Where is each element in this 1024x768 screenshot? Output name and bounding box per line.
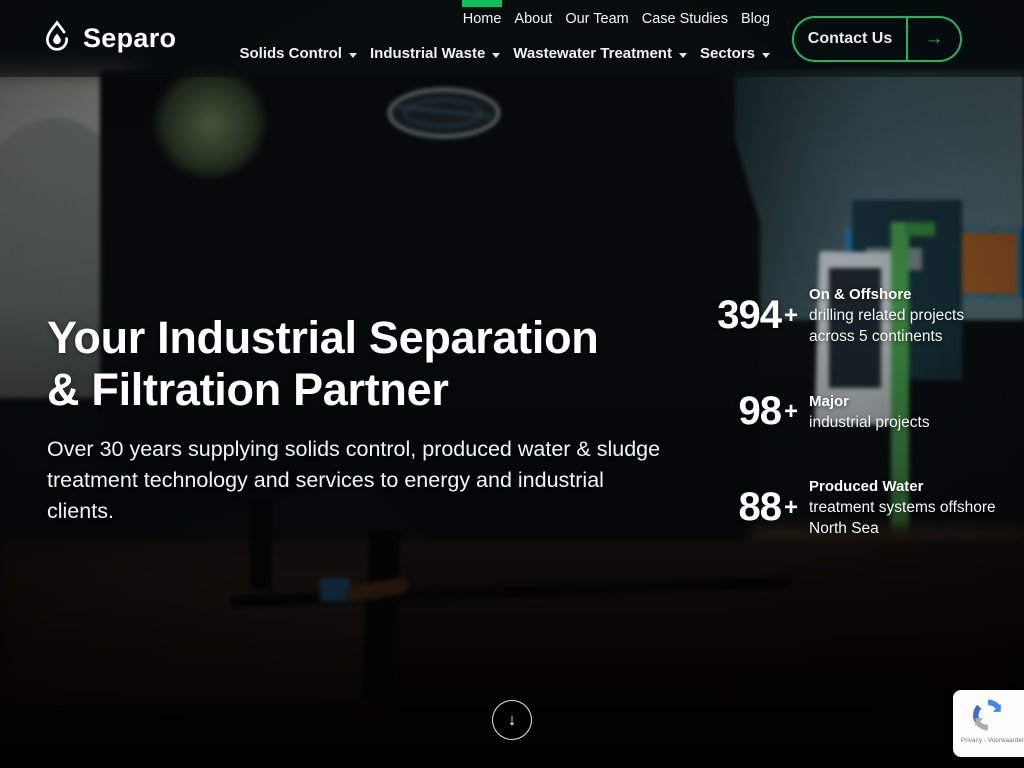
nav-item-home[interactable]: Home [463,0,502,27]
stat-onshore-offshore: 394 + On & Offshore drilling related pro… [714,284,1014,347]
chevron-down-icon [492,53,500,58]
stat-value: 98 [738,389,781,434]
arrow-down-icon: ↓ [508,710,517,730]
hero-title-line2: & Filtration Partner [47,364,449,415]
stat-number: 98 + [714,389,798,434]
nav-dropdown-label: Solids Control [239,46,342,62]
brand-logo[interactable]: Separo [40,19,176,58]
stat-number: 88 + [714,485,798,530]
nav-dropdown-wastewater-treatment[interactable]: Wastewater Treatment [513,46,687,62]
hero-title: Your Industrial Separation & Filtration … [47,312,727,416]
stat-major-industrial: 98 + Major industrial projects [714,389,1014,434]
contact-us-button[interactable]: Contact Us → [792,16,962,62]
stat-value: 88 [738,485,781,530]
scroll-down-button[interactable]: ↓ [492,700,532,740]
hero-description: Over 30 years supplying solids control, … [47,434,667,527]
stat-text: On & Offshore drilling related projects … [809,284,1009,347]
stats-list: 394 + On & Offshore drilling related pro… [714,284,1014,539]
stat-produced-water: 88 + Produced Water treatment systems of… [714,476,1014,539]
contact-us-label: Contact Us [794,18,906,60]
droplet-icon [40,19,74,58]
nav-dropdown-industrial-waste[interactable]: Industrial Waste [370,46,500,62]
nav-dropdown-label: Sectors [700,46,755,62]
nav-dropdown-label: Industrial Waste [370,46,485,62]
stat-text: Produced Water treatment systems offshor… [809,476,1009,539]
stat-description: industrial projects [809,412,1009,433]
hero-content: Your Industrial Separation & Filtration … [0,0,1024,768]
nav-item-blog[interactable]: Blog [741,0,770,27]
arrow-right-icon: → [908,18,960,60]
recaptcha-privacy-label[interactable]: Privacy - Voorwaarden [961,738,1024,744]
chevron-down-icon [762,53,770,58]
stat-text: Major industrial projects [809,391,1009,433]
brand-name: Separo [83,23,176,54]
stat-number: 394 + [714,293,798,338]
plus-sign: + [784,302,798,330]
nav-dropdown-sectors[interactable]: Sectors [700,46,770,62]
stat-title: On & Offshore [809,286,912,303]
recaptcha-icon [969,696,1007,734]
nav-dropdown-solids-control[interactable]: Solids Control [239,46,357,62]
site-header: Separo Home About Our Team Case Studies … [0,0,1024,77]
stat-title: Major [809,393,849,410]
chevron-down-icon [349,53,357,58]
stat-value: 394 [717,293,781,338]
product-nav: Solids Control Industrial Waste Wastewat… [239,46,770,62]
stat-description: drilling related projects across 5 conti… [809,305,1009,347]
stat-title: Produced Water [809,478,923,495]
main-navigation: Home About Our Team Case Studies Blog So… [239,0,770,62]
nav-item-our-team[interactable]: Our Team [565,0,628,27]
recaptcha-badge[interactable]: Privacy - Voorwaarden [953,690,1024,757]
nav-item-about[interactable]: About [514,0,552,27]
plus-sign: + [784,398,798,426]
nav-dropdown-label: Wastewater Treatment [513,46,672,62]
stat-description: treatment systems offshore North Sea [809,497,1009,539]
chevron-down-icon [679,53,687,58]
hero-title-line1: Your Industrial Separation [47,312,598,363]
top-nav: Home About Our Team Case Studies Blog [463,0,770,27]
nav-item-case-studies[interactable]: Case Studies [642,0,728,27]
plus-sign: + [784,494,798,522]
